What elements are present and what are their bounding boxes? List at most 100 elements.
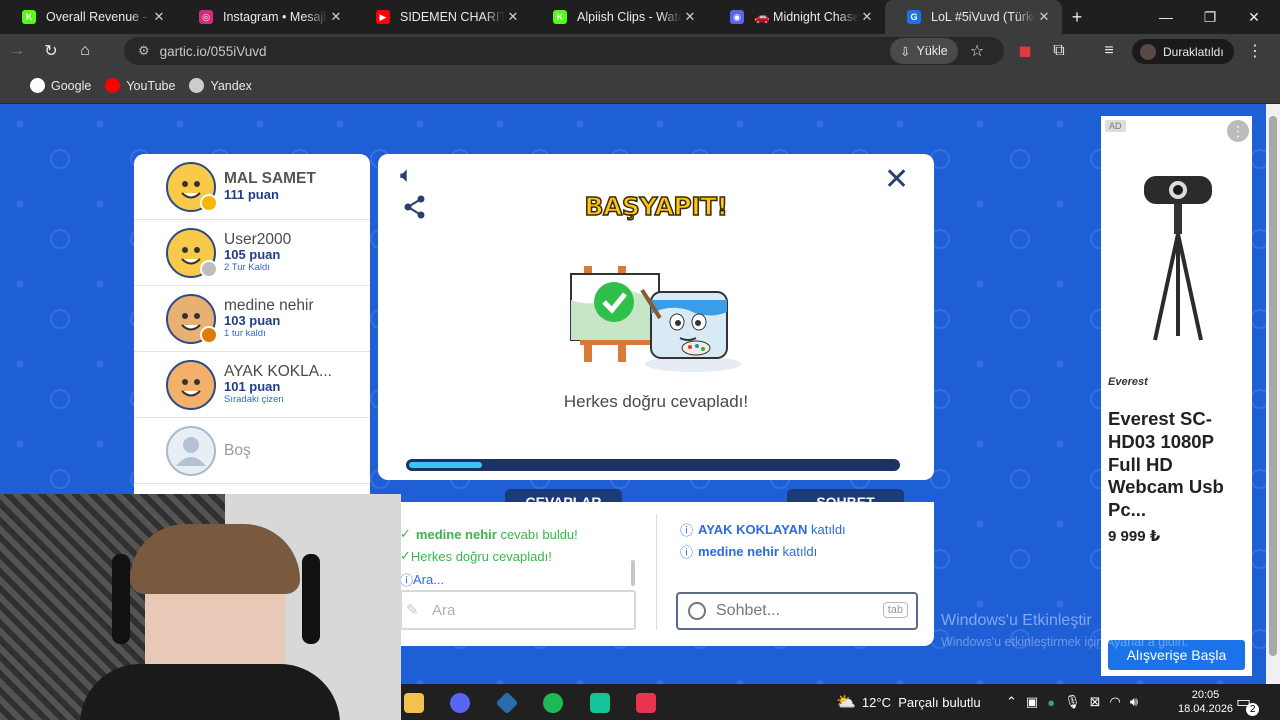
chat-input[interactable]: Sohbet... tab xyxy=(676,592,918,630)
kick-icon: K xyxy=(22,10,36,24)
tab-title: LoL #5iVuvd (Türkçe) xyxy=(931,10,1036,24)
close-tab-icon[interactable]: ✕ xyxy=(328,9,344,25)
install-app-button[interactable]: ⇩ Yükle xyxy=(890,38,958,64)
microphone-icon[interactable]: 🎙︎ xyxy=(1064,694,1081,710)
app3-taskbar-icon[interactable] xyxy=(636,693,656,713)
chat-user: AYAK KOKLAYAN xyxy=(698,522,808,537)
browser-tab[interactable]: ◎ Instagram • Mesajlar ✕ xyxy=(177,0,354,34)
file-explorer-icon[interactable] xyxy=(404,693,424,713)
profile-button[interactable]: Duraklatıldı xyxy=(1132,39,1234,64)
close-tab-icon[interactable]: ✕ xyxy=(151,9,167,25)
browser-tab[interactable]: ▶ SIDEMEN CHARITY M✕ xyxy=(354,0,531,34)
player-row[interactable]: MAL SAMET 111 puan xyxy=(134,154,370,220)
activation-watermark-title: Windows'u Etkinleştir xyxy=(941,612,1092,629)
result-message: Herkes doğru cevapladı! xyxy=(563,392,749,411)
player-note: 2 Tur Kaldı xyxy=(224,262,270,274)
forward-icon[interactable]: → xyxy=(0,42,34,60)
bookmark-yandex[interactable]: Yandex xyxy=(189,78,252,93)
player-name: AYAK KOKLA... xyxy=(224,362,332,380)
reload-icon[interactable]: ↻ xyxy=(34,41,68,61)
tray-chevron-icon[interactable]: ⌃ xyxy=(1006,694,1017,710)
player-row[interactable]: medine nehir 103 puan 1 tur kaldı xyxy=(134,286,370,352)
player-status-dot xyxy=(200,193,218,212)
browser-tab[interactable]: K Alpiish Clips - Watch ✕ xyxy=(531,0,708,34)
browser-tab[interactable]: K Overall Revenue - Kic✕ xyxy=(0,0,177,34)
answer-text: cevabı buldu! xyxy=(496,526,578,542)
home-icon[interactable]: ⌂ xyxy=(68,42,102,60)
player-note: 1 tur kaldı xyxy=(224,328,266,340)
volume-icon[interactable]: 🔊︎ xyxy=(1130,694,1138,710)
sound-icon[interactable]: 🔈︎ xyxy=(400,162,413,188)
wifi-icon[interactable]: ◠ xyxy=(1109,694,1120,710)
bookmark-google[interactable]: Google xyxy=(30,78,91,93)
restore-button[interactable]: ❐ xyxy=(1188,0,1232,34)
tray-status-icon[interactable]: ● xyxy=(1047,695,1055,710)
ad-banner[interactable]: AD ⋮ Everest Everest SC-HD03 1080P Full … xyxy=(1101,116,1252,676)
info-icon: ⓘ xyxy=(400,573,414,588)
chat-user: medine nehir xyxy=(698,544,779,559)
close-window-button[interactable]: ✕ xyxy=(1232,0,1276,34)
page-scrollbar-thumb[interactable] xyxy=(1269,116,1277,656)
player-list: MAL SAMET 111 puan User2000 105 puan 2 T… xyxy=(134,154,370,494)
tab-title: Overall Revenue - Kic xyxy=(46,10,151,24)
clock-time: 20:05 xyxy=(1191,688,1220,701)
answers-scrollbar[interactable] xyxy=(631,560,635,586)
close-tab-icon[interactable]: ✕ xyxy=(859,9,875,25)
answer-text: Ara... xyxy=(413,572,445,587)
pencil-icon: ✎ xyxy=(406,602,419,619)
weather-widget[interactable]: ⛅ 12°C Parçalı bulutlu xyxy=(836,684,981,720)
url-text: gartic.io/055iVuvd xyxy=(159,43,267,59)
discord-taskbar-icon[interactable] xyxy=(450,693,470,713)
answers-chat-panel: ✓ medine nehir cevabı buldu! ✓ Herkes doğru… xyxy=(400,502,934,646)
page-scrollbar[interactable] xyxy=(1266,104,1280,684)
player-row[interactable]: AYAK KOKLA... 101 puan Sıradaki çizen xyxy=(134,352,370,418)
turn-result-panel: 🔈︎ ✕ BAŞYAPIT! Herkes doğru cevapladı! xyxy=(378,154,934,480)
player-row[interactable]: User2000 105 puan 2 Tur Kaldı xyxy=(134,220,370,286)
app2-taskbar-icon[interactable] xyxy=(590,693,610,713)
chat-line: ⓘ AYAK KOKLAYAN katıldı xyxy=(680,520,846,539)
notifications-button[interactable]: ▭ 2 xyxy=(1236,684,1260,720)
player-status-dot xyxy=(200,325,218,344)
new-tab-button[interactable]: + xyxy=(1062,7,1092,28)
tray-app-icon[interactable]: ▣ xyxy=(1026,694,1038,710)
empty-slot-label: Boş xyxy=(224,441,251,459)
player-avatar xyxy=(166,227,218,278)
clock[interactable]: 20:05 18.04.2026 xyxy=(1178,684,1233,720)
tray-capture-icon[interactable]: ⊠ xyxy=(1090,694,1101,710)
ad-options-icon[interactable]: ⋮ xyxy=(1227,120,1249,142)
weather-icon: ⛅ xyxy=(836,694,856,711)
close-tab-icon[interactable]: ✕ xyxy=(1036,9,1052,25)
streamer-hair xyxy=(130,524,300,594)
tab-title: SIDEMEN CHARITY M xyxy=(400,10,505,24)
close-tab-icon[interactable]: ✕ xyxy=(682,9,698,25)
answer-line: ✓ Herkes doğru cevapladı! xyxy=(400,548,552,564)
browser-tab[interactable]: ◉ 🚗 Midnight Chasers:✕ xyxy=(708,0,885,34)
media-control-icon[interactable]: ≡ xyxy=(1092,42,1126,60)
spotify-taskbar-icon[interactable] xyxy=(543,693,563,713)
discord-icon: ◉ xyxy=(730,10,744,24)
player-avatar xyxy=(166,161,218,212)
bookmarks-bar: Google YouTube Yandex xyxy=(0,68,1280,104)
minimize-button[interactable]: — xyxy=(1144,0,1188,34)
extensions-icon[interactable]: ⧉ xyxy=(1042,42,1076,60)
browser-tab[interactable]: G LoL #5iVuvd (Türkçe)✕ xyxy=(885,0,1062,34)
answer-input[interactable]: ✎ Ara xyxy=(400,590,636,630)
address-bar[interactable]: ⚙ gartic.io/055iVuvd xyxy=(124,37,1004,65)
chat-placeholder: Sohbet... xyxy=(716,602,781,619)
webcam-product-image xyxy=(1144,176,1212,341)
player-points: 103 puan xyxy=(224,313,281,329)
answer-user: medine nehir xyxy=(415,526,497,542)
chat-line: ⓘ medine nehir katıldı xyxy=(680,542,817,561)
close-tab-icon[interactable]: ✕ xyxy=(505,9,521,25)
bookmark-label: Yandex xyxy=(210,78,252,93)
menu-icon[interactable]: ⋮ xyxy=(1238,41,1272,61)
bookmark-label: Google xyxy=(51,78,92,93)
site-info-icon[interactable]: ⚙ xyxy=(138,43,150,59)
bookmark-star-icon[interactable]: ☆ xyxy=(960,41,994,61)
google-icon xyxy=(30,78,45,93)
panel-divider xyxy=(656,514,657,630)
ad-title[interactable]: Everest SC-HD03 1080P Full HD Webcam Usb… xyxy=(1108,408,1248,522)
player-points: 111 puan xyxy=(224,186,279,202)
extension-red-icon[interactable]: ◼ xyxy=(1008,41,1042,61)
bookmark-youtube[interactable]: YouTube xyxy=(105,78,175,93)
